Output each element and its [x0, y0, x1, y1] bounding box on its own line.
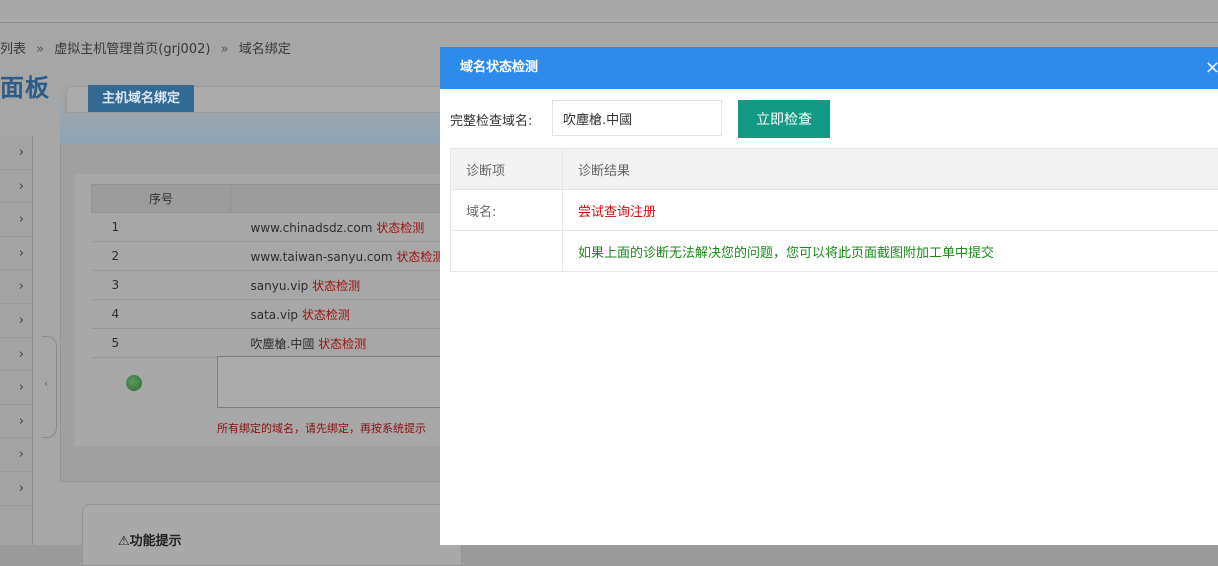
table-row: 3 sanyu.vip 状态检测 — [92, 271, 492, 300]
domain-input[interactable] — [552, 100, 722, 136]
status-check-link[interactable]: 状态检测 — [318, 337, 366, 351]
check-now-button[interactable]: 立即检查 — [738, 100, 830, 138]
bind-domain-textarea[interactable] — [217, 356, 459, 408]
function-tip-label: 功能提示 — [130, 534, 182, 549]
panel-logo: 面板 — [0, 68, 50, 103]
row-index: 5 — [92, 329, 231, 358]
sidebar-item[interactable]: › — [0, 270, 32, 304]
table-row: 如果上面的诊断无法解决您的问题，您可以将此页面截图附加工单中提交 — [451, 231, 1218, 272]
chevron-right-icon: › — [19, 179, 24, 194]
row-index: 3 — [92, 271, 231, 300]
row-index: 2 — [92, 242, 231, 271]
tab-host-domain-binding[interactable]: 主机域名绑定 — [88, 85, 194, 112]
breadcrumb-separator: » — [36, 42, 44, 57]
domain-name: 吹塵槍.中國 — [251, 337, 315, 351]
chevron-right-icon: › — [19, 212, 24, 227]
table-row: 5 吹塵槍.中國 状态检测 — [92, 329, 492, 358]
modal-header: 域名状态检测 × — [440, 47, 1218, 89]
sidebar-item[interactable]: › — [0, 237, 32, 271]
column-header-index: 序号 — [92, 185, 231, 213]
domain-name: sanyu.vip — [251, 279, 309, 293]
row-index: 4 — [92, 300, 231, 329]
domain-name: www.taiwan-sanyu.com — [251, 250, 393, 264]
breadcrumb-item-host-home[interactable]: 虚拟主机管理首页(grj002) — [54, 42, 210, 57]
domain-name: www.chinadsdz.com — [251, 221, 373, 235]
top-bar — [0, 0, 1218, 23]
chevron-right-icon: › — [19, 246, 24, 261]
domain-table: 序号 1 www.chinadsdz.com 状态检测 2 www.taiwan… — [91, 184, 492, 358]
diagnosis-result: 如果上面的诊断无法解决您的问题，您可以将此页面截图附加工单中提交 — [563, 231, 1218, 272]
modal-title: 域名状态检测 — [460, 60, 538, 75]
sidebar-item[interactable]: › — [0, 371, 32, 405]
table-row: 域名: 尝试查询注册 — [451, 190, 1218, 231]
sidebar-item[interactable]: › — [0, 136, 32, 170]
sidebar-item[interactable]: › — [0, 472, 32, 506]
chevron-right-icon: › — [19, 347, 24, 362]
domain-status-modal: 域名状态检测 × 完整检查域名: 立即检查 诊断项 诊断结果 域名: 尝试查询注… — [440, 47, 1218, 545]
close-icon[interactable]: × — [1205, 47, 1218, 89]
table-row: 2 www.taiwan-sanyu.com 状态检测 — [92, 242, 492, 271]
chevron-right-icon: › — [19, 414, 24, 429]
column-header-result: 诊断结果 — [563, 149, 1218, 190]
sidebar: › › › › › › › › › › › — [0, 136, 33, 545]
table-row: 1 www.chinadsdz.com 状态检测 — [92, 213, 492, 242]
domain-name: sata.vip — [251, 308, 299, 322]
breadcrumb-item-domain-binding: 域名绑定 — [239, 42, 291, 57]
row-index: 1 — [92, 213, 231, 242]
sidebar-item[interactable]: › — [0, 170, 32, 204]
table-header-row: 序号 — [92, 185, 492, 213]
status-check-link[interactable]: 状态检测 — [312, 279, 360, 293]
breadcrumb-separator: » — [221, 42, 229, 57]
table-header-row: 诊断项 诊断结果 — [451, 149, 1218, 190]
diagnosis-table: 诊断项 诊断结果 域名: 尝试查询注册 如果上面的诊断无法解决您的问题，您可以将… — [450, 148, 1218, 272]
sidebar-collapse-handle[interactable]: ‹ — [42, 336, 57, 438]
warning-icon: ⚠ — [118, 534, 130, 549]
status-check-link[interactable]: 状态检测 — [396, 250, 444, 264]
domain-field-label: 完整检查域名: — [450, 110, 532, 129]
breadcrumb-item-list[interactable]: 列表 — [0, 42, 26, 57]
table-row: 4 sata.vip 状态检测 — [92, 300, 492, 329]
sidebar-item[interactable]: › — [0, 405, 32, 439]
status-check-link[interactable]: 状态检测 — [376, 221, 424, 235]
chevron-right-icon: › — [19, 481, 24, 496]
sidebar-item[interactable]: › — [0, 203, 32, 237]
function-tip-title: ⚠功能提示 — [118, 530, 182, 549]
chevron-right-icon: › — [19, 279, 24, 294]
globe-add-icon[interactable] — [126, 375, 142, 391]
chevron-left-icon: ‹ — [44, 377, 48, 390]
chevron-right-icon: › — [19, 380, 24, 395]
chevron-right-icon: › — [19, 447, 24, 462]
chevron-right-icon: › — [19, 313, 24, 328]
breadcrumb: 列表 » 虚拟主机管理首页(grj002) » 域名绑定 — [0, 38, 291, 57]
binding-hint: 所有绑定的域名，请先绑定，再按系统提示 — [217, 420, 426, 436]
chevron-right-icon: › — [19, 145, 24, 160]
diagnosis-item — [451, 231, 563, 272]
sidebar-item[interactable]: › — [0, 304, 32, 338]
diagnosis-item: 域名: — [451, 190, 563, 231]
status-check-link[interactable]: 状态检测 — [302, 308, 350, 322]
diagnosis-result: 尝试查询注册 — [563, 190, 1218, 231]
sidebar-item[interactable]: › — [0, 338, 32, 372]
column-header-item: 诊断项 — [451, 149, 563, 190]
sidebar-item[interactable]: › — [0, 438, 32, 472]
